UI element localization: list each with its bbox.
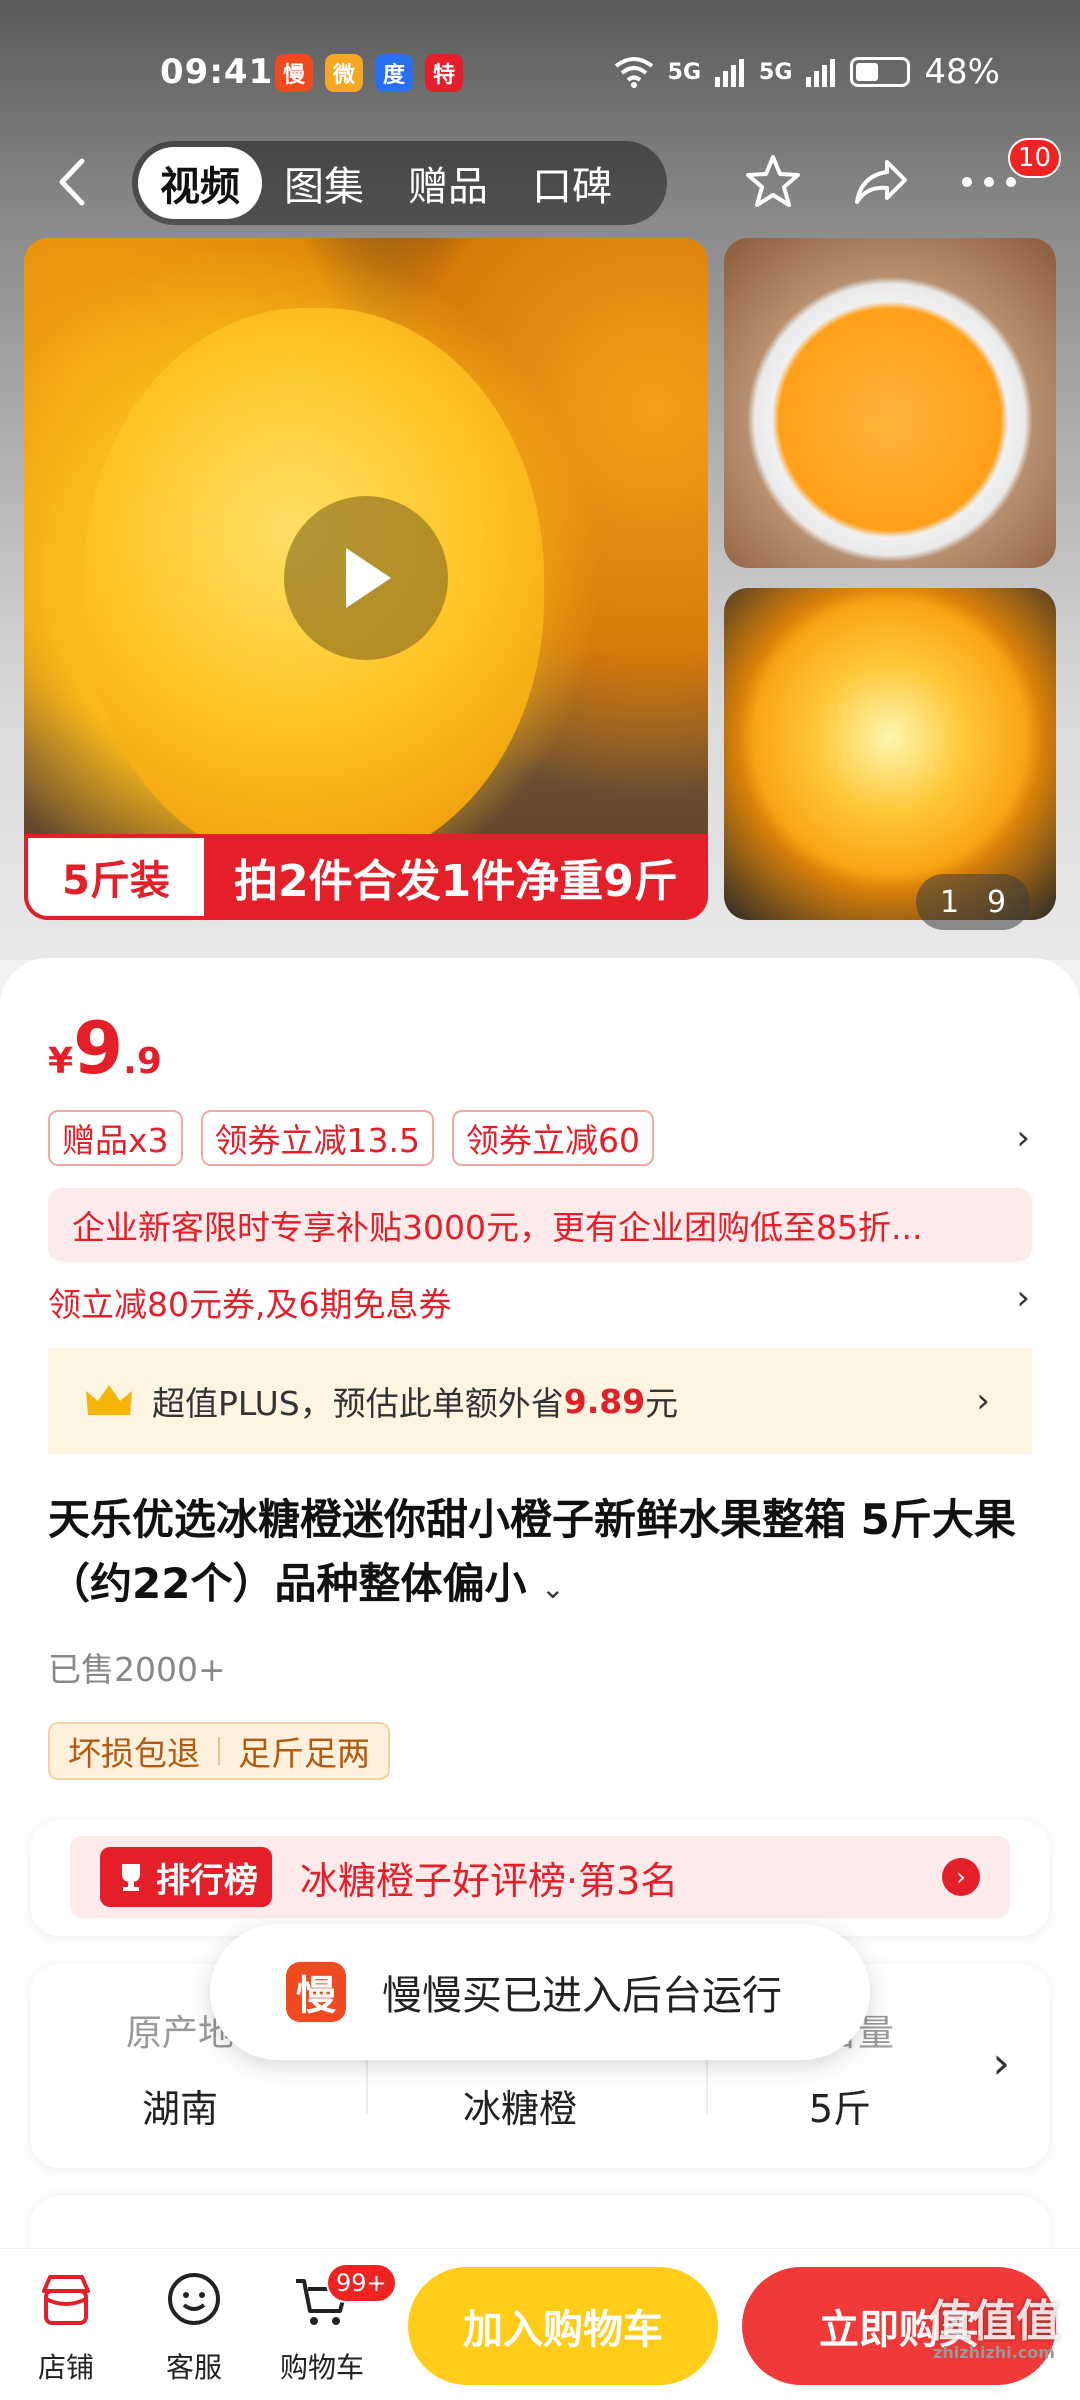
plus-suffix: 元: [645, 1384, 679, 1423]
favorite-star-icon[interactable]: [740, 149, 806, 215]
manmanmai-app-icon: 慢: [286, 1962, 346, 2022]
tab-gallery[interactable]: 图集: [262, 147, 386, 219]
trophy-icon: [122, 1864, 140, 1891]
status-indicators: 5G 5G 48%: [614, 52, 1000, 92]
share-icon[interactable]: [848, 149, 914, 215]
cart-button[interactable]: 99+ 购物车: [262, 2263, 397, 2386]
spec-value: 湖南: [141, 2087, 218, 2131]
sold-count: 已售2000+: [48, 1650, 226, 1689]
tab-video[interactable]: 视频: [138, 147, 262, 219]
gallery-counter: 1 9: [916, 874, 1030, 930]
chat-face-icon: [168, 2273, 220, 2325]
add-to-cart-button[interactable]: 加入购物车: [408, 2267, 718, 2385]
background-toast: 慢 慢慢买已进入后台运行: [210, 1924, 870, 2060]
play-icon[interactable]: [284, 496, 448, 660]
coupon-tag-gift[interactable]: 赠品x3: [48, 1110, 183, 1166]
chevron-right-circle-icon[interactable]: ›: [942, 1858, 980, 1896]
counter-total: 9: [986, 884, 1007, 920]
ranking-banner: 排行榜 冰糖橙子好评榜·第3名 ›: [70, 1836, 1010, 1918]
gallery-thumb-1[interactable]: [724, 238, 1056, 568]
main-product-video[interactable]: 5斤装 拍2件合发1件净重9斤: [24, 238, 708, 920]
status-bar: 09:41 慢 微 度 特 5G 5G 48%: [0, 40, 1080, 110]
divider: [366, 2054, 368, 2114]
status-time: 09:41: [160, 52, 274, 92]
watermark-sub: zhizhizhi.com: [933, 2343, 1055, 2362]
promo-offer: 拍2件合发1件净重9斤: [204, 834, 708, 920]
crown-icon: [86, 1385, 132, 1415]
price-decimal: .9: [123, 1041, 162, 1082]
guarantee-return: 坏损包退: [68, 1734, 200, 1773]
battery-percent: 48%: [924, 52, 1000, 92]
wifi-icon: [614, 57, 653, 88]
ranking-badge: 排行榜: [100, 1847, 272, 1907]
site-watermark: 值值值 zhizhizhi.com: [928, 2300, 1060, 2362]
media-tabs: 视频 图集 赠品 口碑: [132, 141, 667, 225]
tab-gifts[interactable]: 赠品: [386, 147, 510, 219]
chevron-right-icon[interactable]: ›: [1016, 1278, 1030, 1318]
cart-badge: 99+: [326, 2263, 397, 2303]
plus-savings-bar[interactable]: 超值PLUS，预估此单额外省 9.89 元 ›: [48, 1348, 1032, 1454]
promo-pack-size: 5斤装: [24, 834, 204, 920]
tab-reviews[interactable]: 口碑: [510, 147, 634, 219]
toast-text: 慢慢买已进入后台运行: [382, 1973, 782, 2019]
ranking-badge-label: 排行榜: [156, 1860, 258, 1901]
enterprise-subsidy-banner[interactable]: 企业新客限时专享补贴3000元，更有企业团购低至85折...: [48, 1188, 1032, 1262]
coupon-tag-60[interactable]: 领券立减60: [452, 1110, 655, 1166]
divider: [218, 1737, 220, 1765]
chevron-right-icon[interactable]: ›: [1016, 1118, 1030, 1158]
customer-service-button[interactable]: 客服: [134, 2269, 254, 2386]
chevron-right-icon: ›: [976, 1381, 990, 1421]
back-arrow-icon[interactable]: [52, 157, 92, 207]
ranking-text: 冰糖橙子好评榜·第3名: [300, 1858, 679, 1903]
promo-banner: 5斤装 拍2件合发1件净重9斤: [24, 834, 708, 920]
ranking-card[interactable]: 排行榜 冰糖橙子好评榜·第3名 ›: [30, 1820, 1050, 1936]
service-guarantees[interactable]: 坏损包退 足斤足两: [48, 1722, 390, 1780]
spec-value: 冰糖橙: [462, 2087, 577, 2131]
signal-5g-label-2: 5G: [759, 59, 793, 85]
counter-current: 1: [939, 884, 960, 920]
product-title-text: 天乐优选冰糖橙迷你甜小橙子新鲜水果整箱 5斤大果（约22个）品种整体偏小: [48, 1495, 1016, 1608]
store-icon: [42, 2275, 90, 2325]
service-label: 客服: [165, 2351, 222, 2384]
plus-prefix: 超值PLUS，预估此单额外省: [152, 1384, 564, 1423]
status-app-icons: 慢 微 度 特: [275, 54, 463, 92]
battery-icon: [850, 57, 911, 87]
price-integer: 9: [73, 1006, 124, 1090]
hero-area: 09:41 慢 微 度 特 5G 5G 48% 视频 图集 赠品 口碑 10 5…: [0, 0, 1080, 960]
temu-app-icon: 特: [425, 54, 463, 92]
cart-label: 购物车: [279, 2351, 364, 2384]
signal-bars-icon-2: [806, 59, 836, 87]
spec-value: 5斤: [808, 2087, 872, 2131]
coupon-offer-line[interactable]: 领立减80元券,及6期免息券: [48, 1278, 451, 1326]
plus-amount: 9.89: [563, 1381, 646, 1421]
price-currency: ¥: [48, 1041, 74, 1082]
watermark-text: 值值值: [928, 2296, 1060, 2347]
store-button[interactable]: 店铺: [6, 2269, 126, 2386]
coupon-tag-13-5[interactable]: 领券立减13.5: [200, 1110, 435, 1166]
signal-bars-icon: [715, 59, 745, 87]
weibo-app-icon: 微: [325, 54, 363, 92]
baidu-app-icon: 度: [375, 54, 413, 92]
chevron-down-icon[interactable]: ⌄: [541, 1572, 564, 1605]
bottom-action-bar: 店铺 客服 99+ 购物车 加入购物车 立即购买: [0, 2248, 1080, 2400]
top-nav: 视频 图集 赠品 口碑: [0, 135, 1080, 225]
chevron-right-icon[interactable]: ›: [992, 2038, 1010, 2089]
manmanmai-app-icon: 慢: [275, 54, 313, 92]
more-badge: 10: [1008, 138, 1062, 178]
store-label: 店铺: [37, 2351, 94, 2384]
signal-5g-label: 5G: [667, 59, 702, 85]
price: ¥9.9: [48, 1006, 162, 1090]
guarantee-weight: 足斤足两: [238, 1734, 370, 1773]
coupon-tags[interactable]: 赠品x3 领券立减13.5 领券立减60: [48, 1110, 655, 1166]
product-title[interactable]: 天乐优选冰糖橙迷你甜小橙子新鲜水果整箱 5斤大果（约22个）品种整体偏小 ⌄: [48, 1488, 1028, 1621]
gallery-thumb-2[interactable]: [724, 588, 1056, 920]
